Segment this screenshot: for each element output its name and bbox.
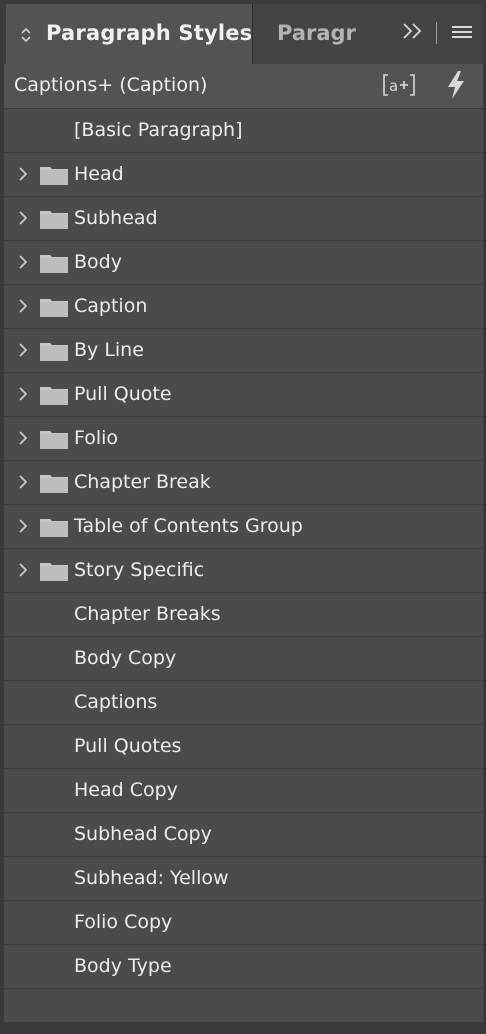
chevron-right-icon[interactable] xyxy=(16,560,30,580)
paragraph-style-list: [Basic Paragraph] Head Subhead Body Caption B… xyxy=(4,108,483,1034)
style-group-row[interactable]: Chapter Break xyxy=(4,460,483,504)
style-label: Head xyxy=(74,163,124,185)
folder-icon xyxy=(40,209,68,229)
style-label: Subhead xyxy=(74,207,158,229)
collapse-arrows-icon[interactable] xyxy=(20,26,32,44)
style-row[interactable]: Pull Quotes xyxy=(4,724,483,768)
panel-menu-icon[interactable] xyxy=(452,26,472,40)
style-label: Table of Contents Group xyxy=(74,515,303,537)
chevron-right-icon[interactable] xyxy=(16,472,30,492)
style-row[interactable]: Captions xyxy=(4,680,483,724)
tab-label: Paragraph Styles xyxy=(46,21,253,45)
lightning-bolt-icon[interactable] xyxy=(444,69,468,101)
style-label: Body xyxy=(74,251,122,273)
style-label: Subhead Copy xyxy=(74,823,212,845)
divider xyxy=(436,22,437,44)
tab-paragraph-styles[interactable]: Paragraph Styles xyxy=(6,4,252,64)
style-group-row[interactable]: Subhead xyxy=(4,196,483,240)
style-label: By Line xyxy=(74,339,144,361)
folder-icon xyxy=(40,561,68,581)
tab-paragraph[interactable]: Paragraph xyxy=(252,4,357,64)
style-label: Subhead: Yellow xyxy=(74,867,229,889)
chevron-right-icon[interactable] xyxy=(16,516,30,536)
style-label: Captions xyxy=(74,691,158,713)
chevron-right-icon[interactable] xyxy=(16,384,30,404)
style-row[interactable]: Subhead Copy xyxy=(4,812,483,856)
new-style-icon[interactable]: a xyxy=(382,72,416,98)
style-group-row[interactable]: Story Specific xyxy=(4,548,483,592)
style-row[interactable]: Folio Copy xyxy=(4,900,483,944)
style-group-row[interactable]: Caption xyxy=(4,284,483,328)
folder-icon xyxy=(40,341,68,361)
panel-bottom-edge xyxy=(0,1022,486,1034)
chevron-right-icon[interactable] xyxy=(16,428,30,448)
current-style-header: Captions+ (Caption) a xyxy=(4,64,483,108)
style-row[interactable]: Chapter Breaks xyxy=(4,592,483,636)
chevron-right-icon[interactable] xyxy=(16,252,30,272)
style-row[interactable]: Body Type xyxy=(4,944,483,988)
style-label: Chapter Break xyxy=(74,471,211,493)
style-row[interactable]: [Basic Paragraph] xyxy=(4,108,483,152)
svg-text:a: a xyxy=(389,77,398,95)
style-label: Caption xyxy=(74,295,148,317)
style-group-row[interactable]: Pull Quote xyxy=(4,372,483,416)
style-label: Head Copy xyxy=(74,779,178,801)
chevron-right-icon[interactable] xyxy=(16,164,30,184)
style-group-row[interactable]: Table of Contents Group xyxy=(4,504,483,548)
style-label: Body Copy xyxy=(74,647,177,669)
style-row[interactable]: Body Copy xyxy=(4,636,483,680)
tab-controls xyxy=(356,4,482,64)
tab-label: Paragraph xyxy=(277,21,357,45)
folder-icon xyxy=(40,473,68,493)
style-label: Folio Copy xyxy=(74,911,173,933)
folder-icon xyxy=(40,165,68,185)
style-label: Body Type xyxy=(74,955,172,977)
style-label: Pull Quote xyxy=(74,383,172,405)
folder-icon xyxy=(40,517,68,537)
style-label: Chapter Breaks xyxy=(74,603,221,625)
chevron-right-icon[interactable] xyxy=(16,340,30,360)
style-group-row[interactable]: Folio xyxy=(4,416,483,460)
panel-tab-bar: Paragraph Styles Paragraph xyxy=(0,0,486,64)
style-label: [Basic Paragraph] xyxy=(74,119,243,141)
double-chevron-right-icon[interactable] xyxy=(400,20,428,47)
style-row[interactable]: Head Copy xyxy=(4,768,483,812)
style-group-row[interactable]: By Line xyxy=(4,328,483,372)
style-group-row[interactable]: Head xyxy=(4,152,483,196)
style-label: Pull Quotes xyxy=(74,735,182,757)
style-label: Folio xyxy=(74,427,119,449)
folder-icon xyxy=(40,385,68,405)
current-style-label: Captions+ (Caption) xyxy=(14,74,208,96)
folder-icon xyxy=(40,429,68,449)
style-label: Story Specific xyxy=(74,559,205,581)
folder-icon xyxy=(40,253,68,273)
folder-icon xyxy=(40,297,68,317)
style-group-row[interactable]: Body xyxy=(4,240,483,284)
chevron-right-icon[interactable] xyxy=(16,296,30,316)
style-row[interactable]: Subhead: Yellow xyxy=(4,856,483,900)
chevron-right-icon[interactable] xyxy=(16,208,30,228)
